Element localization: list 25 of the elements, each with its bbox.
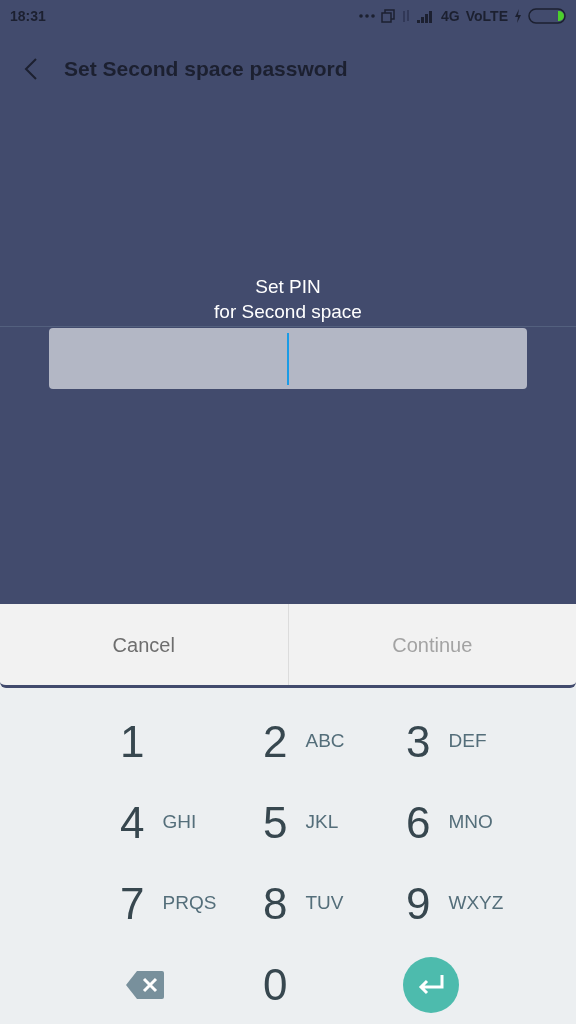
backspace-icon[interactable]	[125, 969, 165, 1000]
digit-key[interactable]: 3 DEF	[403, 711, 487, 772]
digit-key[interactable]: 9 WXYZ	[403, 873, 504, 934]
battery-icon	[528, 8, 566, 24]
prompt-subtitle: for Second space	[214, 300, 362, 324]
status-time: 18:31	[10, 6, 46, 26]
digit-key[interactable]: 2 ABC	[260, 711, 345, 772]
digit-key[interactable]: 6 MNO	[403, 792, 493, 853]
back-icon[interactable]	[24, 57, 38, 81]
digit-key[interactable]: 8 TUV	[260, 873, 344, 934]
charging-icon	[514, 9, 522, 23]
digit-key[interactable]: 7 PRQS	[117, 873, 217, 934]
dual-window-icon	[381, 9, 396, 23]
prompt-title: Set PIN	[255, 275, 321, 299]
more-dots-icon	[359, 14, 376, 18]
digit-key[interactable]: 1	[117, 711, 145, 772]
volte-label: VoLTE	[465, 6, 508, 26]
page-title: Set Second space password	[64, 56, 348, 83]
enter-key[interactable]	[403, 956, 459, 1013]
digit-key[interactable]: 5 JKL	[260, 792, 339, 853]
cancel-button[interactable]: Cancel	[0, 604, 288, 685]
digit-key[interactable]: 0	[260, 954, 288, 1015]
network-type: 4G	[441, 6, 460, 26]
pin-field[interactable]	[49, 328, 527, 389]
digit-key[interactable]: 4 GHI	[117, 792, 197, 853]
